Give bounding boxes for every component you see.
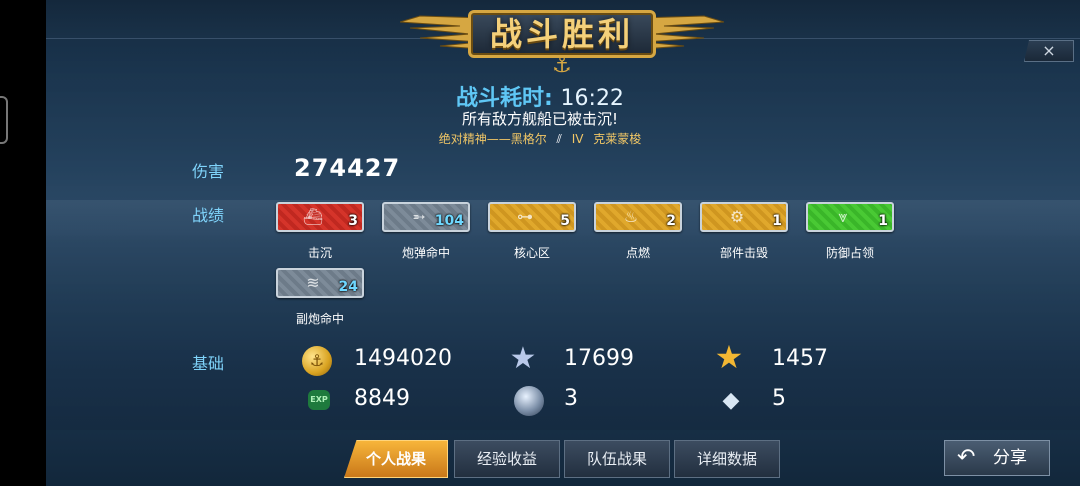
ship-info: 绝对精神——黑格尔 ⫽ IV 克莱蒙梭 xyxy=(0,130,1080,147)
medal-sunk[interactable]: ⛴ 3 xyxy=(276,202,364,232)
gold-star-value: 1457 xyxy=(772,346,828,371)
blue-star-value: 17699 xyxy=(564,346,634,371)
medal-name: 点燃 xyxy=(625,246,650,260)
tab-exp-rewards[interactable]: 经验收益 xyxy=(454,440,560,478)
victory-emblem: 战斗胜利 ⚓ xyxy=(400,0,724,78)
medal-name: 炮弹命中 xyxy=(401,246,450,260)
exp-value: 8849 xyxy=(354,386,410,411)
medal-count: 3 xyxy=(348,213,358,229)
title-banner: 战斗胜利 xyxy=(468,10,656,58)
medal-count: 104 xyxy=(434,213,464,229)
secondary-gun-icon: ≋ xyxy=(306,273,320,292)
close-button[interactable]: × xyxy=(1024,40,1074,62)
diamond-icon: ◆ xyxy=(722,388,740,413)
blue-star-icon: ★ xyxy=(509,341,537,376)
ship-name: 克莱蒙梭 xyxy=(593,132,642,146)
result-message: 所有敌方舰船已被击沉! xyxy=(461,110,618,128)
medal-count: 5 xyxy=(560,213,570,229)
device-edge xyxy=(0,0,46,486)
medal-citadel[interactable]: ⊶ 5 xyxy=(488,202,576,232)
damage-value: 274427 xyxy=(294,154,401,182)
citadel-icon: ⊶ xyxy=(517,207,533,226)
medal-secondary-hits[interactable]: ≋ 24 xyxy=(276,268,364,298)
credits-value: 1494020 xyxy=(354,346,452,371)
medal-count: 24 xyxy=(338,279,358,295)
tab-team-results[interactable]: 队伍战果 xyxy=(564,440,670,478)
ship-tier: IV xyxy=(571,132,584,146)
medal-module-destroyed[interactable]: ⚙ 1 xyxy=(700,202,788,232)
medal-count: 1 xyxy=(772,213,782,229)
orb-value: 3 xyxy=(564,386,578,411)
ship-sunk-icon: ⛴ xyxy=(302,207,324,226)
anchor-icon: ⚓ xyxy=(552,53,572,78)
medal-name: 副炮命中 xyxy=(295,312,344,326)
exp-icon: EXP xyxy=(308,390,330,410)
gold-coin-icon: ⚓ xyxy=(302,346,332,376)
medal-count: 2 xyxy=(666,213,676,229)
medal-name: 防御占领 xyxy=(825,246,874,260)
defense-icon: ⩔ xyxy=(838,207,848,226)
tab-detailed-data[interactable]: 详细数据 xyxy=(674,440,780,478)
gear-icon: ⚙ xyxy=(729,207,745,226)
medal-defense[interactable]: ⩔ 1 xyxy=(806,202,894,232)
share-button[interactable]: ↶ 分享 xyxy=(944,440,1050,476)
diamond-value: 5 xyxy=(772,386,786,411)
share-label: 分享 xyxy=(993,448,1027,468)
tab-personal-results[interactable]: 个人战果 xyxy=(344,440,448,478)
base-label: 基础 xyxy=(192,354,225,373)
medal-count: 1 xyxy=(878,213,888,229)
share-arrow-icon: ↶ xyxy=(957,445,976,470)
medal-fire[interactable]: ♨ 2 xyxy=(594,202,682,232)
slash-icon: ⫽ xyxy=(556,132,562,146)
medal-name: 击沉 xyxy=(307,246,332,260)
captain-name: 绝对精神——黑格尔 xyxy=(438,132,547,146)
achievements-label: 战绩 xyxy=(192,206,225,225)
fire-icon: ♨ xyxy=(623,207,639,226)
medal-name: 核心区 xyxy=(513,246,550,260)
damage-label: 伤害 xyxy=(192,162,225,181)
medal-shell-hits[interactable]: ➵ 104 xyxy=(382,202,470,232)
medal-name: 部件击毁 xyxy=(719,246,768,260)
page-title: 战斗胜利 xyxy=(489,15,634,53)
gold-star-icon: ★ xyxy=(714,338,744,376)
silver-orb-icon xyxy=(514,386,544,416)
close-icon: × xyxy=(1042,41,1056,60)
